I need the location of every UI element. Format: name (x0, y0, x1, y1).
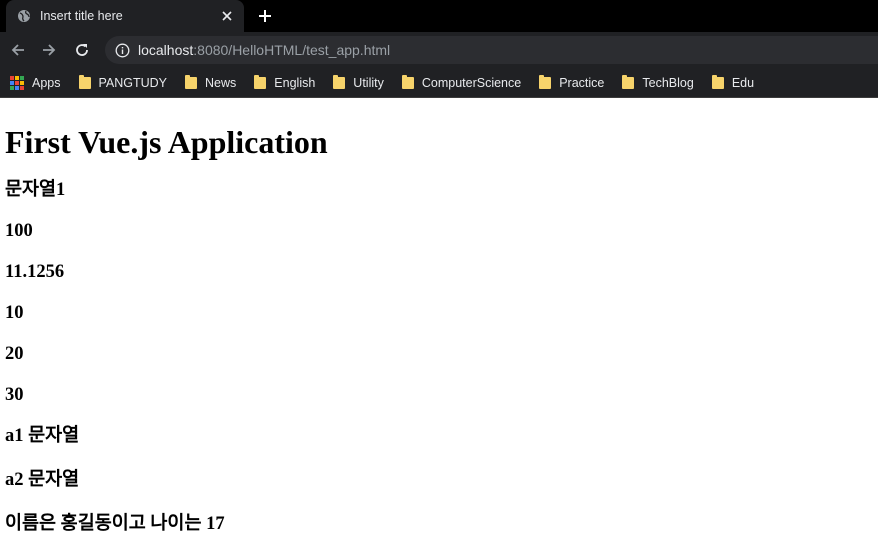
apps-grid-icon (10, 75, 24, 90)
folder-icon (78, 74, 91, 89)
output-line: 11.1256 (5, 262, 65, 282)
browser-toolbar: localhost:8080/HelloHTML/test_app.html (0, 32, 878, 68)
reload-icon (76, 44, 88, 56)
bookmark-practice[interactable]: Practice (539, 72, 610, 94)
bookmark-label: ComputerScience (421, 75, 522, 90)
folder-icon (401, 74, 414, 89)
folder-icon (333, 74, 346, 89)
bookmark-apps[interactable]: Apps (10, 72, 67, 94)
url-host: localhost (138, 42, 194, 58)
bookmark-label: News (205, 75, 237, 90)
bookmark-label: English (274, 75, 316, 90)
output-line: 문자열1 (5, 180, 66, 200)
info-icon[interactable] (114, 42, 130, 58)
bookmark-label: Utility (353, 75, 384, 90)
bookmark-english[interactable]: English (254, 72, 321, 94)
output-line: a1 문자열 (5, 426, 80, 446)
bookmark-edu[interactable]: Edu (711, 72, 760, 94)
folder-icon (539, 74, 552, 89)
tab-title: Insert title here (40, 9, 123, 23)
output-line: 10 (5, 303, 24, 323)
folder-icon (254, 74, 267, 89)
bookmark-utility[interactable]: Utility (333, 72, 390, 94)
output-line: 30 (5, 385, 24, 405)
output-line: 100 (5, 221, 33, 241)
reload-button[interactable] (72, 40, 92, 60)
bookmark-computerscience[interactable]: ComputerScience (401, 72, 527, 94)
plus-icon (259, 10, 271, 22)
new-tab-button[interactable] (255, 6, 275, 26)
browser-tab[interactable]: Insert title here (6, 0, 244, 32)
folder-icon (622, 74, 635, 89)
bookmark-news[interactable]: News (185, 72, 242, 94)
bookmark-label: Apps (32, 75, 61, 90)
output-line: 이름은 홍길동이고 나이는 17 (5, 514, 225, 534)
folder-icon (711, 74, 724, 89)
arrow-left-icon (11, 44, 24, 56)
address-bar[interactable]: localhost:8080/HelloHTML/test_app.html (105, 36, 878, 64)
output-line: a2 문자열 (5, 470, 80, 490)
url-text: localhost:8080/HelloHTML/test_app.html (138, 42, 390, 58)
output-line: 20 (5, 344, 24, 364)
bookmark-label: Edu (731, 75, 755, 90)
page-title: First Vue.js Application (5, 124, 328, 160)
bookmark-techblog[interactable]: TechBlog (622, 72, 699, 94)
back-button[interactable] (8, 40, 28, 60)
folder-icon (185, 74, 198, 89)
bookmarks-bar: Apps PANGTUDY News English Utility Compu… (0, 68, 878, 98)
url-path: :8080/HelloHTML/test_app.html (193, 42, 391, 58)
tab-strip: Insert title here (0, 0, 878, 32)
page-content: First Vue.js Application 문자열1 100 11.125… (5, 99, 875, 535)
arrow-right-icon (43, 44, 56, 56)
bookmark-label: Practice (559, 75, 605, 90)
bookmark-pangtudy[interactable]: PANGTUDY (78, 72, 174, 94)
bookmark-label: TechBlog (642, 75, 694, 90)
forward-button[interactable] (39, 40, 59, 60)
globe-icon (16, 8, 32, 24)
close-icon[interactable] (218, 7, 236, 25)
bookmark-label: PANGTUDY (98, 75, 168, 90)
